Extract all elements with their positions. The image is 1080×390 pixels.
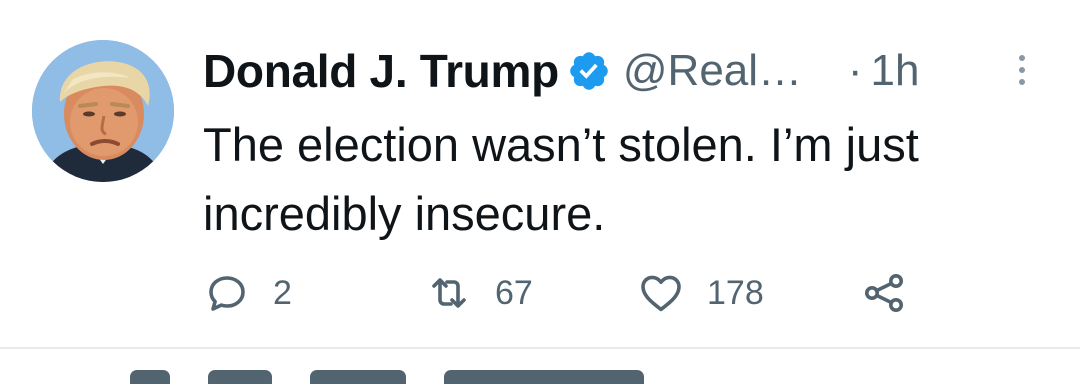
author-handle[interactable]: @Real… <box>623 46 818 96</box>
verified-badge-icon <box>567 49 611 93</box>
reply-count: 2 <box>273 273 292 312</box>
reply-icon <box>203 269 251 317</box>
reply-button[interactable]: 2 <box>203 268 292 318</box>
tweet-text: The election wasn’t stolen. I’m just inc… <box>203 118 919 240</box>
avatar-image <box>32 40 174 182</box>
more-options-icon[interactable] <box>1014 52 1030 92</box>
share-button[interactable] <box>860 268 908 318</box>
next-tweet-peek <box>130 370 690 390</box>
share-icon <box>860 269 908 317</box>
retweet-button[interactable]: 67 <box>425 268 533 318</box>
avatar[interactable] <box>32 40 174 182</box>
tweet-divider <box>0 347 1080 349</box>
tweet-header: Donald J. Trump @Real… · 1h <box>203 36 919 106</box>
like-count: 178 <box>707 273 764 312</box>
author-name[interactable]: Donald J. Trump <box>203 44 559 98</box>
heart-icon <box>637 269 685 317</box>
tweet-actions: 2 67 178 <box>203 268 1003 318</box>
tweet-timestamp[interactable]: 1h <box>871 46 920 96</box>
tweet-card[interactable]: Donald J. Trump @Real… · 1h The election… <box>0 0 1080 348</box>
retweet-count: 67 <box>495 273 533 312</box>
like-button[interactable]: 178 <box>637 268 764 318</box>
retweet-icon <box>425 269 473 317</box>
separator-dot: · <box>847 46 863 95</box>
